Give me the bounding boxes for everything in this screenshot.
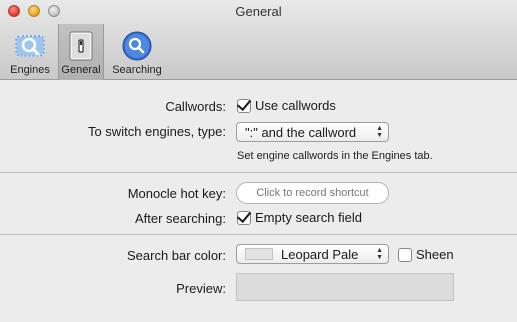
hotkey-label: Monocle hot key: xyxy=(127,186,226,201)
section-divider xyxy=(0,172,517,173)
sheen-checkbox[interactable]: Sheen xyxy=(398,247,454,262)
empty-search-field-checkbox[interactable]: Empty search field xyxy=(237,210,362,225)
tab-searching-label: Searching xyxy=(112,64,162,76)
after-searching-label: After searching: xyxy=(134,211,226,226)
checkmark-icon xyxy=(237,210,251,225)
preferences-window: General Engines General Searching Callwo… xyxy=(0,0,517,322)
tab-searching[interactable]: Searching xyxy=(108,24,166,80)
tab-engines-label: Engines xyxy=(10,64,50,76)
popup-arrows-icon: ▲ ▼ xyxy=(376,125,383,139)
checkbox-box xyxy=(398,247,412,262)
toolbar: General Engines General Searching xyxy=(0,0,517,80)
general-icon xyxy=(69,31,93,61)
section-divider xyxy=(0,234,517,235)
callwords-hint: Set engine callwords in the Engines tab. xyxy=(237,150,433,162)
search-bar-color-value: Leopard Pale xyxy=(281,246,359,262)
switch-engines-label: To switch engines, type: xyxy=(87,124,226,139)
use-callwords-checkbox[interactable]: Use callwords xyxy=(237,98,336,113)
tab-general-label: General xyxy=(61,64,101,76)
use-callwords-label: Use callwords xyxy=(255,98,336,113)
searching-icon xyxy=(122,31,152,61)
engines-icon xyxy=(15,35,45,57)
empty-search-field-label: Empty search field xyxy=(255,210,362,225)
sheen-label: Sheen xyxy=(416,247,454,262)
callwords-label: Callwords: xyxy=(165,99,226,114)
color-swatch xyxy=(245,248,273,260)
search-bar-preview xyxy=(236,273,454,301)
search-bar-color-label: Search bar color: xyxy=(127,248,226,263)
checkmark-icon xyxy=(237,98,251,113)
general-pane: Callwords: Use callwords To switch engin… xyxy=(0,81,517,322)
preview-label: Preview: xyxy=(176,281,226,296)
tab-general[interactable]: General xyxy=(58,24,104,80)
window-title: General xyxy=(235,4,282,19)
tab-engines[interactable]: Engines xyxy=(6,24,54,80)
switch-engines-value: ":" and the callword xyxy=(245,124,357,140)
popup-arrows-icon: ▲ ▼ xyxy=(376,247,383,261)
switch-engines-popup[interactable]: ":" and the callword ▲ ▼ xyxy=(236,122,389,142)
record-shortcut-field[interactable]: Click to record shortcut xyxy=(236,182,389,204)
search-bar-color-popup[interactable]: Leopard Pale ▲ ▼ xyxy=(236,244,389,264)
